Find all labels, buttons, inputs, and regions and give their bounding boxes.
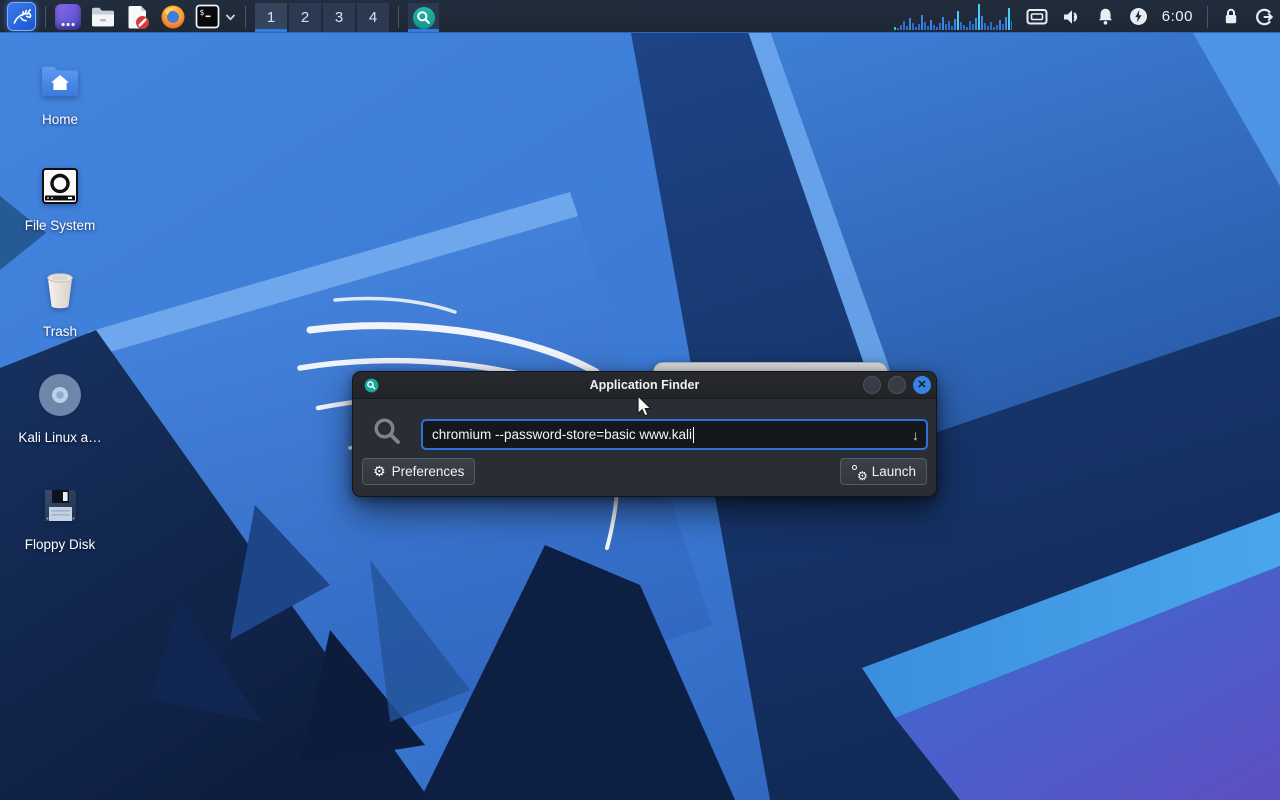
preferences-button[interactable]: ⚙ Preferences — [362, 458, 475, 485]
workspace-1[interactable]: 1 — [255, 3, 287, 32]
launcher-app-window[interactable] — [55, 0, 81, 33]
power-manager-icon[interactable] — [1129, 7, 1148, 26]
kali-dragon-icon — [11, 6, 33, 28]
home-folder-icon — [40, 55, 80, 99]
search-input-value: chromium --password-store=basic www.kali — [432, 427, 692, 442]
floppy-disk-icon — [42, 480, 79, 524]
launcher-firefox[interactable] — [160, 0, 186, 33]
app-finder-icon — [412, 6, 436, 30]
launcher-file-manager[interactable] — [90, 0, 116, 33]
desktop-screen: $ 1 2 3 4 — [0, 0, 1280, 800]
desktop-icon-trash[interactable]: Trash — [8, 267, 112, 339]
svg-text:$: $ — [200, 8, 205, 17]
optical-disc-icon — [38, 373, 82, 417]
application-finder-window: Application Finder ✕ chromium --password… — [352, 371, 937, 497]
workspace-3[interactable]: 3 — [323, 3, 355, 32]
search-icon — [372, 416, 403, 452]
maximize-button[interactable] — [888, 376, 906, 394]
gear-icon: ⚙ — [373, 465, 386, 479]
app-finder-window-icon — [364, 378, 379, 393]
panel-separator — [245, 6, 246, 28]
lock-icon[interactable] — [1222, 7, 1240, 26]
drive-icon — [41, 161, 79, 205]
minimize-button[interactable] — [863, 376, 881, 394]
launch-button[interactable]: ⚙ Launch — [840, 458, 927, 485]
workspace-2[interactable]: 2 — [289, 3, 321, 32]
window-title: Application Finder — [353, 378, 936, 392]
history-dropdown-arrow[interactable]: ↓ — [912, 427, 919, 443]
clock[interactable]: 6:00 — [1162, 8, 1193, 25]
text-editor-icon — [125, 4, 151, 30]
taskbar-application-finder[interactable] — [408, 3, 439, 32]
launch-button-label: Launch — [872, 464, 916, 479]
top-panel: $ 1 2 3 4 — [0, 0, 1280, 33]
kali-menu-button[interactable] — [7, 2, 36, 31]
desktop-icon-kali-cd[interactable]: Kali Linux a… — [8, 373, 112, 445]
firefox-icon — [160, 4, 186, 30]
desktop-icon-label: Kali Linux a… — [18, 430, 101, 445]
cpu-graph[interactable] — [894, 3, 1012, 30]
volume-icon[interactable] — [1062, 8, 1082, 26]
folder-icon — [90, 5, 116, 29]
trash-icon — [43, 267, 77, 311]
panel-separator — [1207, 6, 1208, 28]
workspace-4[interactable]: 4 — [357, 3, 389, 32]
desktop-icon-home[interactable]: Home — [8, 55, 112, 127]
text-caret — [693, 427, 694, 443]
desktop-icon-label: Trash — [43, 324, 77, 339]
panel-separator — [45, 6, 46, 28]
search-input[interactable]: chromium --password-store=basic www.kali… — [421, 419, 928, 450]
terminal-icon: $ — [195, 4, 220, 29]
terminal-dropdown-arrow[interactable] — [225, 0, 236, 33]
launcher-terminal[interactable]: $ — [195, 0, 220, 33]
launcher-text-editor[interactable] — [125, 0, 151, 33]
launch-icon: ⚙ — [851, 465, 866, 479]
preferences-button-label: Preferences — [392, 464, 465, 479]
titlebar[interactable]: Application Finder ✕ — [353, 372, 936, 399]
desktop-icon-label: Home — [42, 112, 78, 127]
workspace-switcher: 1 2 3 4 — [255, 0, 389, 33]
desktop-icon-floppy[interactable]: Floppy Disk — [8, 480, 112, 552]
notifications-bell-icon[interactable] — [1096, 7, 1115, 26]
app-window-icon — [55, 4, 81, 30]
panel-separator — [398, 6, 399, 28]
desktop-icon-file-system[interactable]: File System — [8, 161, 112, 233]
close-button[interactable]: ✕ — [913, 376, 931, 394]
desktop-icon-label: Floppy Disk — [25, 537, 96, 552]
logout-icon[interactable] — [1254, 7, 1274, 27]
display-icon[interactable] — [1026, 8, 1048, 26]
chevron-down-icon — [225, 12, 236, 22]
desktop-icon-label: File System — [25, 218, 96, 233]
